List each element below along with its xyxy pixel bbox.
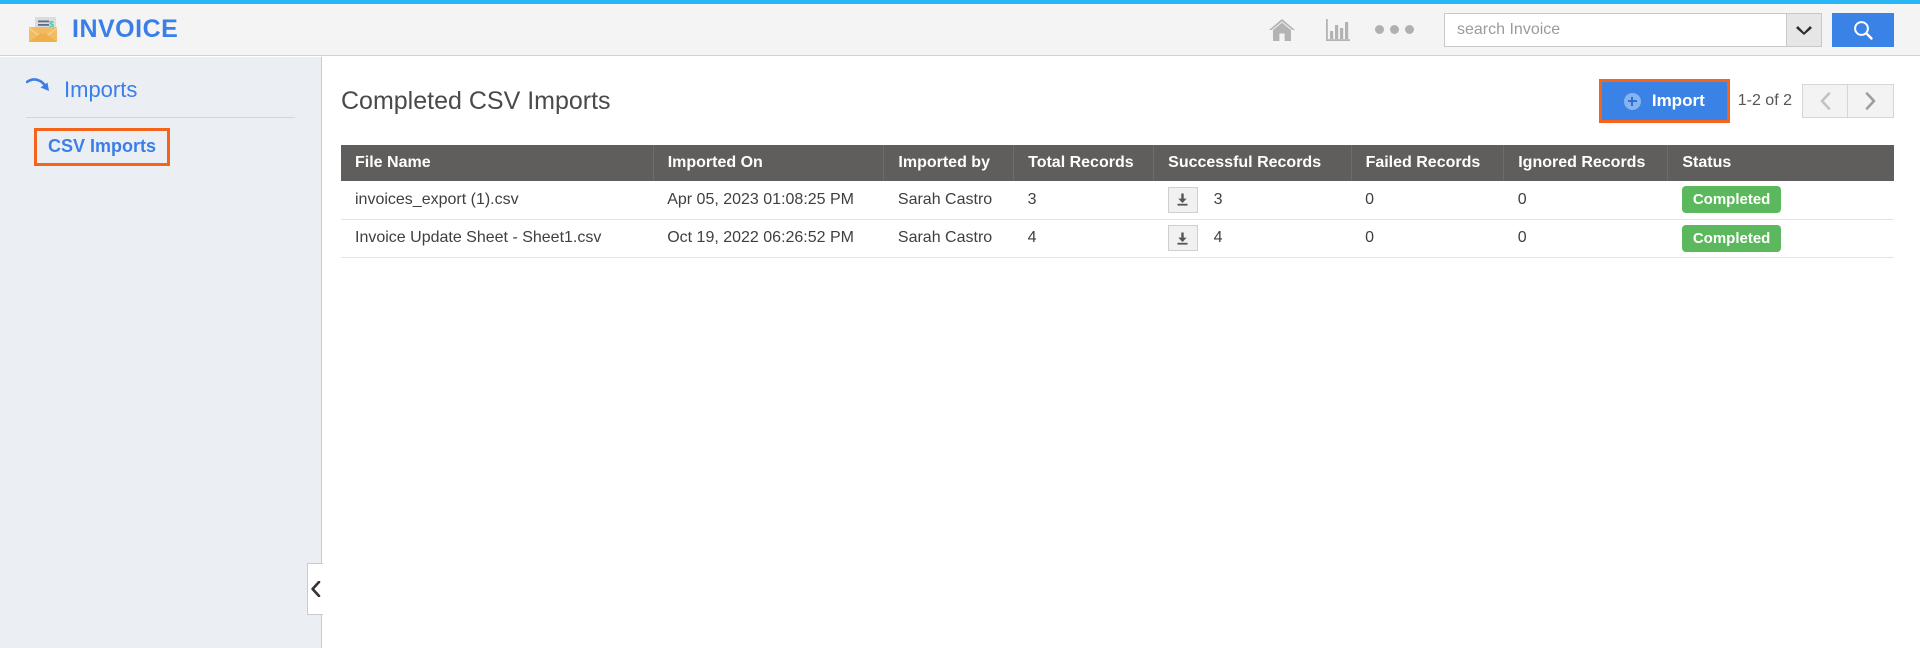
cell-imported-by: Sarah Castro [883, 181, 1014, 220]
sidebar-collapse-handle[interactable] [307, 563, 324, 615]
header-tools [1254, 9, 1894, 51]
search-scope-dropdown[interactable] [1786, 12, 1822, 47]
sidebar: Imports CSV Imports [0, 57, 324, 648]
sidebar-section-imports: Imports [0, 57, 321, 103]
column-header-status[interactable]: Status [1667, 145, 1894, 181]
cell-imported-by: Sarah Castro [883, 219, 1014, 258]
pagination-prev-button[interactable] [1802, 84, 1848, 118]
column-header-imported-on[interactable]: Imported On [653, 145, 885, 181]
import-button[interactable]: Import [1601, 82, 1727, 120]
cell-ignored-records: 0 [1503, 181, 1668, 220]
column-header-imported-by[interactable]: Imported by [883, 145, 1015, 181]
brand-title: INVOICE [72, 15, 179, 43]
cell-file-name: invoices_export (1).csv [341, 181, 654, 220]
page-title: Completed CSV Imports [341, 86, 611, 115]
sidebar-item-label: CSV Imports [48, 136, 157, 156]
search-area [1444, 12, 1894, 47]
search-button[interactable] [1832, 12, 1894, 47]
sidebar-item-csv-imports[interactable]: CSV Imports [34, 128, 171, 166]
column-header-file-name[interactable]: File Name [341, 145, 654, 181]
status-badge: Completed [1681, 224, 1782, 252]
import-button-highlight: Import [1598, 79, 1730, 123]
successful-records-value: 3 [1213, 190, 1223, 208]
status-badge: Completed [1681, 186, 1782, 214]
envelope-invoice-icon: $ [26, 16, 60, 44]
sidebar-section-label: Imports [64, 77, 138, 102]
import-button-label: Import [1651, 91, 1705, 110]
app-header: $ INVOICE [0, 4, 1920, 56]
brand: $ INVOICE [26, 15, 178, 44]
column-header-failed-records[interactable]: Failed Records [1351, 145, 1505, 181]
table-header-row: File Name Imported On Imported by Total … [341, 145, 1894, 181]
cell-ignored-records: 0 [1503, 219, 1668, 258]
cell-status: Completed [1667, 219, 1894, 258]
table-row[interactable]: invoices_export (1).csv Apr 05, 2023 01:… [341, 181, 1894, 220]
download-icon[interactable] [1167, 225, 1198, 251]
bar-chart-icon[interactable] [1310, 9, 1366, 51]
toolbar-right: Import 1-2 of 2 [1598, 79, 1894, 123]
table-row[interactable]: Invoice Update Sheet - Sheet1.csv Oct 19… [341, 219, 1894, 258]
cell-total-records: 4 [1013, 219, 1154, 258]
imports-table-wrapper: File Name Imported On Imported by Total … [341, 145, 1894, 258]
sidebar-divider [26, 117, 295, 118]
main-content: Completed CSV Imports Import 1-2 of 2 Fi… [323, 57, 1920, 648]
cell-successful-records: 4 [1153, 219, 1352, 258]
search-input[interactable] [1444, 12, 1786, 47]
column-header-total-records[interactable]: Total Records [1013, 145, 1155, 181]
pagination-count: 1-2 of 2 [1737, 92, 1792, 109]
cell-failed-records: 0 [1351, 219, 1504, 258]
cell-failed-records: 0 [1351, 181, 1504, 220]
cell-imported-on: Apr 05, 2023 01:08:25 PM [653, 181, 884, 220]
plus-circle-icon [1623, 92, 1641, 110]
column-header-successful-records[interactable]: Successful Records [1153, 145, 1352, 181]
cell-file-name: Invoice Update Sheet - Sheet1.csv [341, 219, 654, 258]
column-header-ignored-records[interactable]: Ignored Records [1503, 145, 1669, 181]
main-toolbar: Completed CSV Imports Import 1-2 of 2 [323, 57, 1920, 123]
app-root: $ INVOICE search Invoice Imports CSV Imp… [0, 0, 1920, 648]
pagination-next-button[interactable] [1848, 84, 1894, 118]
successful-records-value: 4 [1213, 229, 1223, 246]
cell-imported-on: Oct 19, 2022 06:26:52 PM [653, 219, 884, 258]
more-dots-icon[interactable] [1366, 9, 1422, 51]
download-icon[interactable] [1167, 186, 1198, 213]
cell-status: Completed [1667, 181, 1894, 220]
home-icon[interactable] [1254, 9, 1310, 51]
cell-successful-records: 3 [1153, 181, 1352, 220]
curved-arrow-icon [25, 77, 52, 103]
imports-table: File Name Imported On Imported by Total … [341, 145, 1894, 258]
cell-total-records: 3 [1013, 181, 1154, 220]
